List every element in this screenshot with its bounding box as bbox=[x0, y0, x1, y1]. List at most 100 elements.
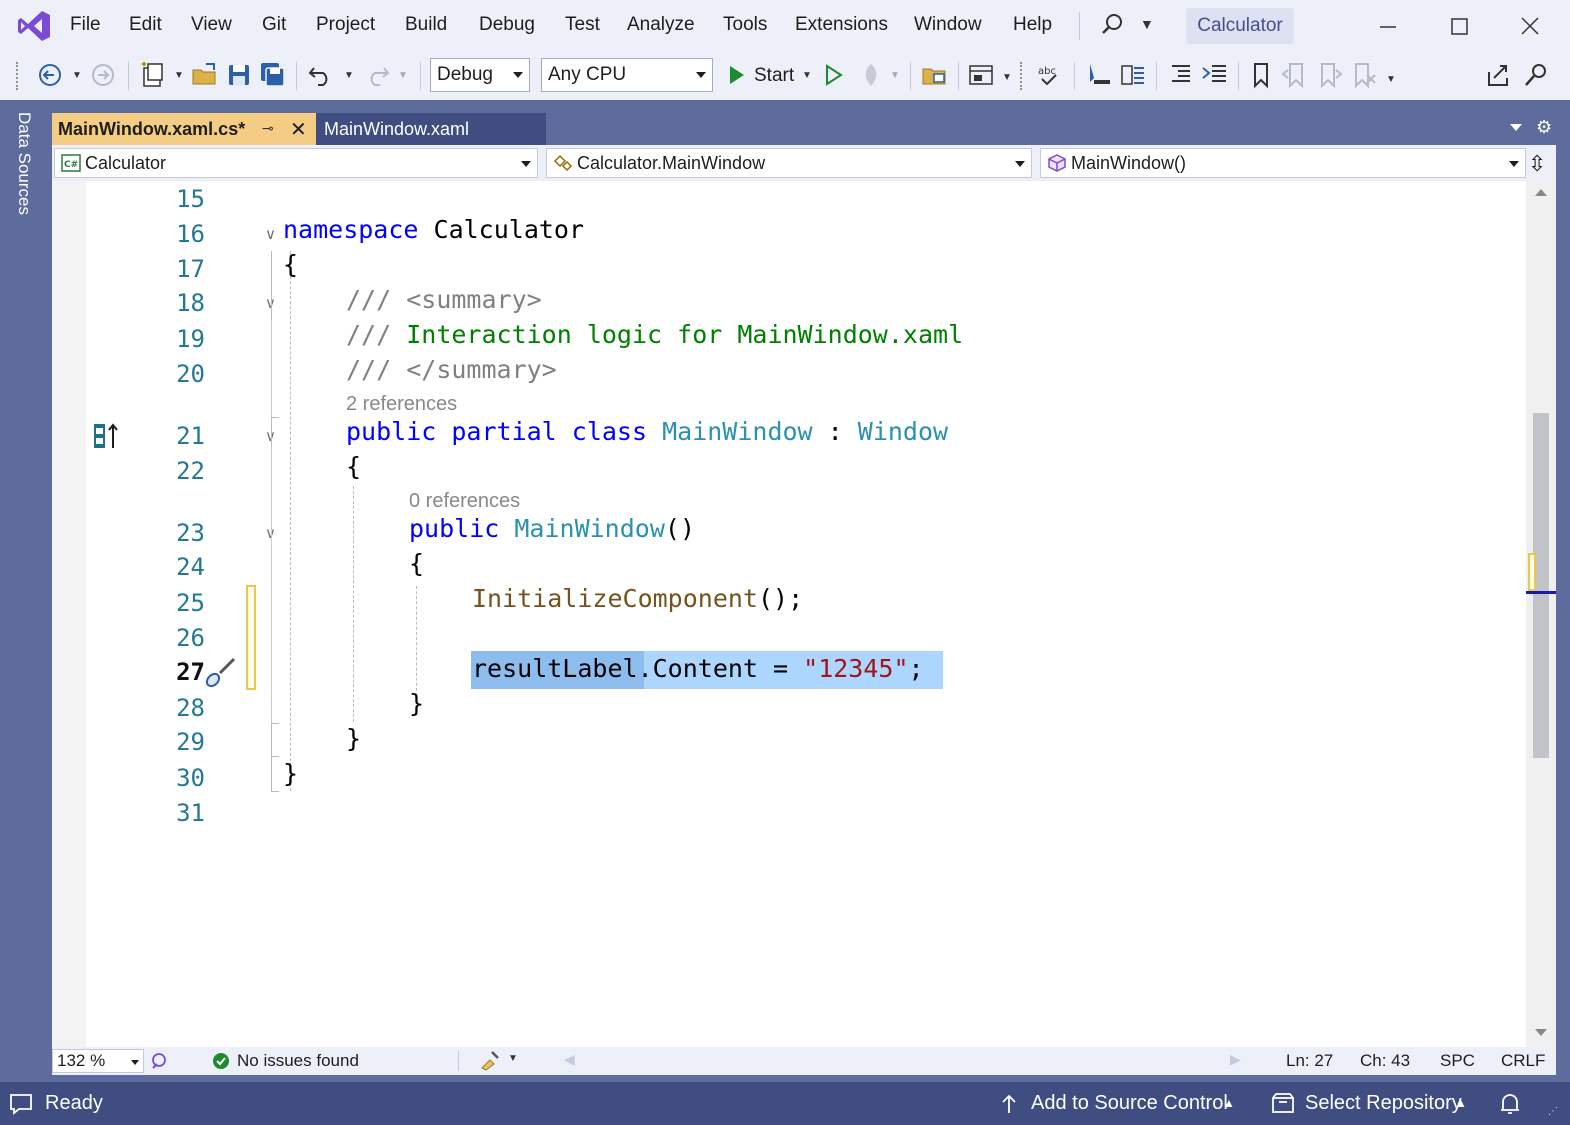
outdent-icon[interactable] bbox=[1166, 60, 1196, 90]
layout-dropdown-icon[interactable]: ▼ bbox=[1002, 72, 1012, 83]
quick-actions-screwdriver-icon[interactable] bbox=[204, 655, 240, 689]
code-cleanup-dropdown-icon[interactable]: ▼ bbox=[508, 1053, 518, 1064]
repository-chevron-up-icon[interactable]: ▲ bbox=[1455, 1096, 1467, 1110]
start-dropdown-icon[interactable]: ▼ bbox=[802, 70, 812, 81]
browse-folder-icon[interactable] bbox=[920, 60, 950, 90]
comment-out-icon[interactable] bbox=[1118, 60, 1148, 90]
save-all-icon[interactable] bbox=[258, 60, 288, 90]
redo-dropdown-icon[interactable]: ▼ bbox=[398, 70, 408, 81]
search-icon[interactable] bbox=[1100, 12, 1126, 38]
search-chevron-down-icon[interactable]: ▼ bbox=[1140, 16, 1154, 32]
code-editor[interactable]: 15 16 17 18 19 20 21 22 23 24 25 26 27 2… bbox=[52, 181, 1526, 1047]
start-play-icon[interactable] bbox=[722, 60, 752, 90]
visual-studio-logo-icon[interactable] bbox=[16, 9, 52, 43]
menu-debug[interactable]: Debug bbox=[479, 14, 535, 36]
split-editor-icon[interactable]: ⇳ bbox=[1528, 151, 1546, 177]
indicator-margin[interactable] bbox=[52, 181, 86, 1047]
implementation-glyph-icon[interactable] bbox=[92, 421, 122, 451]
intellicode-icon[interactable] bbox=[148, 1051, 170, 1071]
redo-icon[interactable] bbox=[362, 60, 392, 90]
toolbar-grip[interactable] bbox=[16, 62, 22, 90]
hot-reload-icon[interactable] bbox=[856, 60, 886, 90]
step-into-icon[interactable] bbox=[1084, 60, 1114, 90]
bookmark-icon[interactable] bbox=[1246, 60, 1276, 90]
menu-edit[interactable]: Edit bbox=[129, 14, 162, 36]
solution-configuration-select[interactable]: Debug bbox=[430, 58, 530, 92]
whitespace-indicator[interactable]: SPC bbox=[1440, 1051, 1475, 1071]
menu-view[interactable]: View bbox=[191, 14, 232, 36]
output-window-icon[interactable] bbox=[8, 1092, 34, 1116]
line-indicator[interactable]: Ln: 27 bbox=[1286, 1051, 1333, 1071]
select-repository-button[interactable]: Select Repository bbox=[1305, 1092, 1462, 1115]
menu-file[interactable]: File bbox=[70, 14, 101, 36]
menu-tools[interactable]: Tools bbox=[723, 14, 767, 36]
scroll-down-icon[interactable] bbox=[1535, 1029, 1547, 1036]
pin-icon[interactable]: ⊸ bbox=[262, 120, 274, 137]
zoom-select[interactable]: 132 % bbox=[52, 1049, 144, 1073]
brace: { bbox=[283, 250, 299, 279]
code-line-17: { bbox=[283, 250, 298, 279]
tab-mainwindow-xaml[interactable]: MainWindow.xaml bbox=[316, 113, 546, 145]
tab-list-dropdown-icon[interactable] bbox=[1510, 124, 1522, 131]
window-layout-icon[interactable] bbox=[966, 60, 996, 90]
minimize-icon[interactable] bbox=[1368, 10, 1408, 42]
new-project-icon[interactable] bbox=[138, 60, 168, 90]
codelens-references-constructor[interactable]: 0 references bbox=[409, 490, 520, 513]
menu-git[interactable]: Git bbox=[262, 14, 286, 36]
menu-build[interactable]: Build bbox=[405, 14, 447, 36]
close-icon[interactable] bbox=[1510, 10, 1550, 42]
gear-icon[interactable]: ⚙ bbox=[1536, 117, 1552, 138]
maximize-icon[interactable] bbox=[1440, 10, 1480, 42]
tab-mainwindow-xaml-cs[interactable]: MainWindow.xaml.cs* ⊸ ✕ bbox=[52, 113, 316, 145]
scroll-up-icon[interactable] bbox=[1535, 189, 1547, 196]
menu-window[interactable]: Window bbox=[914, 14, 982, 36]
toolbar-separator bbox=[1074, 62, 1075, 90]
live-share-icon[interactable] bbox=[1484, 60, 1514, 90]
next-bookmark-icon[interactable] bbox=[1314, 60, 1344, 90]
spell-check-icon[interactable]: abc bbox=[1034, 60, 1064, 90]
notifications-bell-icon[interactable] bbox=[1498, 1091, 1522, 1117]
add-to-source-control-button[interactable]: Add to Source Control bbox=[1031, 1092, 1228, 1115]
menu-analyze[interactable]: Analyze bbox=[627, 14, 695, 36]
source-control-chevron-up-icon[interactable]: ▲ bbox=[1223, 1096, 1235, 1110]
collapse-namespace-icon[interactable]: ∨ bbox=[265, 225, 276, 243]
data-sources-tab[interactable]: Data Sources bbox=[6, 100, 38, 320]
hot-reload-dropdown-icon[interactable]: ▼ bbox=[890, 70, 900, 81]
toolbar-overflow-icon[interactable]: ▼ bbox=[1386, 74, 1396, 85]
menu-test[interactable]: Test bbox=[565, 14, 600, 36]
toolbar-grip[interactable] bbox=[1020, 62, 1026, 90]
start-button-label[interactable]: Start bbox=[754, 65, 794, 87]
codelens-references-class[interactable]: 2 references bbox=[346, 393, 457, 416]
vertical-scrollbar[interactable] bbox=[1526, 181, 1556, 1047]
indent-icon[interactable] bbox=[1200, 60, 1230, 90]
close-tab-icon[interactable]: ✕ bbox=[290, 117, 307, 142]
menu-help[interactable]: Help bbox=[1013, 14, 1052, 36]
previous-bookmark-icon[interactable] bbox=[1280, 60, 1310, 90]
editor-status-bar: 132 % No issues found ▼ ◀ ▶ Ln: 27 Ch: 4… bbox=[52, 1047, 1556, 1075]
undo-dropdown-icon[interactable]: ▼ bbox=[344, 70, 354, 81]
resize-grip-icon[interactable]: ⋰ bbox=[1548, 1106, 1558, 1117]
scroll-right-icon[interactable]: ▶ bbox=[1230, 1051, 1241, 1068]
line-ending-indicator[interactable]: CRLF bbox=[1501, 1051, 1545, 1071]
code-cleanup-brush-icon[interactable] bbox=[478, 1050, 502, 1072]
save-icon[interactable] bbox=[224, 60, 254, 90]
new-project-dropdown-icon[interactable]: ▼ bbox=[174, 70, 184, 81]
menu-extensions[interactable]: Extensions bbox=[795, 14, 888, 36]
project-select[interactable]: C# Calculator bbox=[54, 148, 538, 178]
scroll-left-icon[interactable]: ◀ bbox=[564, 1051, 575, 1068]
open-folder-icon[interactable] bbox=[190, 60, 220, 90]
constructor-name: MainWindow bbox=[514, 514, 665, 543]
menu-project[interactable]: Project bbox=[316, 14, 375, 36]
undo-icon[interactable] bbox=[306, 60, 336, 90]
column-indicator[interactable]: Ch: 43 bbox=[1360, 1051, 1410, 1071]
solution-platform-select[interactable]: Any CPU bbox=[541, 58, 713, 92]
issues-status[interactable]: No issues found bbox=[237, 1051, 359, 1071]
navigate-back-icon[interactable] bbox=[36, 60, 66, 90]
start-without-debugging-icon[interactable] bbox=[818, 60, 848, 90]
member-select[interactable]: MainWindow() bbox=[1040, 148, 1526, 178]
back-dropdown-icon[interactable]: ▼ bbox=[72, 70, 82, 81]
type-select[interactable]: Calculator.MainWindow bbox=[546, 148, 1032, 178]
feedback-icon[interactable] bbox=[1522, 60, 1552, 90]
clear-bookmarks-icon[interactable] bbox=[1348, 60, 1378, 90]
navigate-forward-icon[interactable] bbox=[88, 60, 118, 90]
